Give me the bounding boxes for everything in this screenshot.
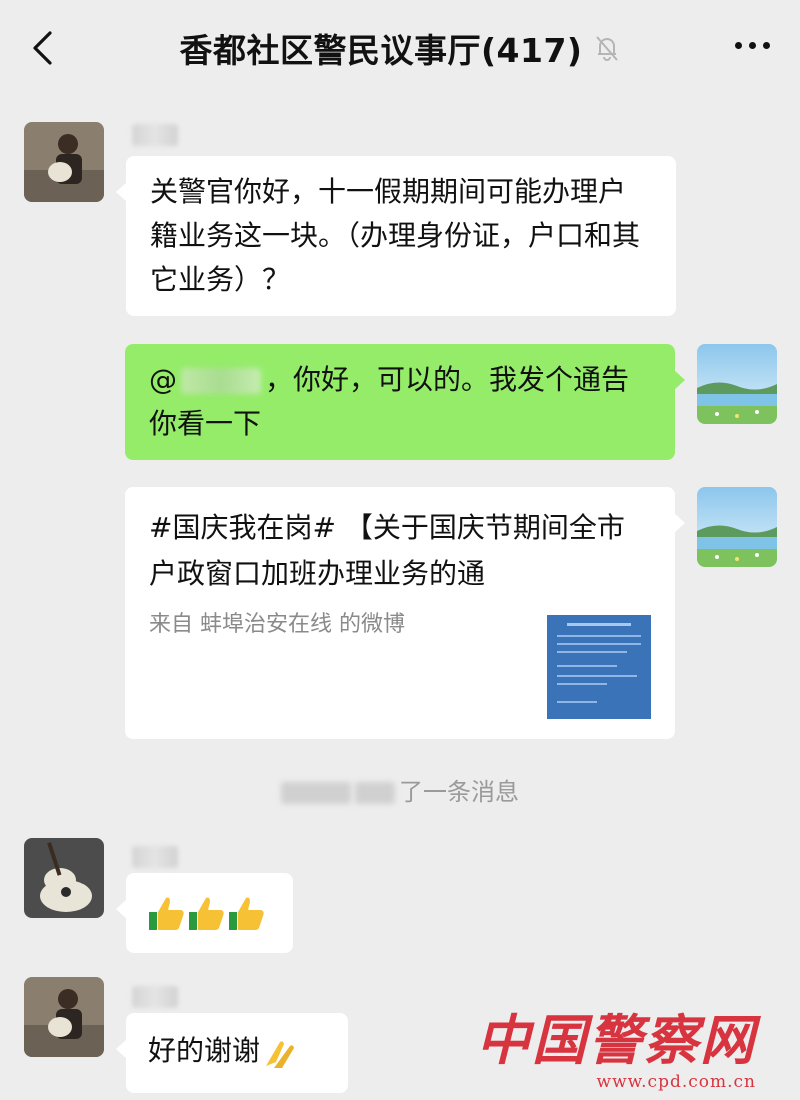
folded-hands-icon [266,1041,295,1068]
message-bubble[interactable]: 好的谢谢 [116,1013,348,1093]
chat-title-group: 香都社区警民议事厅(417) [179,24,620,72]
mention-name [181,368,261,394]
system-message: 了一条消息 [0,772,800,807]
link-card-title: #国庆我在岗# 【关于国庆节期间全市户政窗口加班办理业务的通 [149,511,625,590]
avatar[interactable] [24,977,104,1057]
sender-name [132,124,178,146]
avatar[interactable] [697,344,777,424]
recall-user-name [281,782,351,804]
thumbs-up-icon [189,897,224,930]
message-text: 关警官你好，十一假期期间可能办理户籍业务这一块。（办理身份证，户口和其它业务）？ [150,175,641,296]
mention-at: @ [149,363,177,396]
avatar[interactable] [24,122,104,202]
system-message-text: 了一条消息 [399,778,519,806]
chat-header: 香都社区警民议事厅(417) [0,0,800,96]
link-card-thumbnail [547,615,651,719]
link-card[interactable]: #国庆我在岗# 【关于国庆节期间全市户政窗口加班办理业务的通 来自 蚌埠治安在线… [125,487,685,739]
avatar[interactable] [697,487,777,567]
watermark-url: www.cpd.com.cn [596,1072,756,1092]
message-text: 好的谢谢 [148,1034,261,1067]
avatar[interactable] [24,838,104,918]
thumbs-up-icon [149,897,184,930]
chevron-left-icon[interactable] [30,30,56,66]
recall-action [355,782,395,804]
message-bubble[interactable]: @ ，你好，可以的。我发个通告你看一下 [125,344,685,460]
chat-title: 香都社区警民议事厅(417) [179,31,583,70]
watermark: 中国警察网 www.cpd.com.cn [476,1010,756,1092]
more-dots-icon[interactable] [735,42,770,49]
thumbs-up-icon [229,897,264,930]
sender-name [132,846,178,868]
sender-name [132,986,178,1008]
message-bubble[interactable]: 关警官你好，十一假期期间可能办理户籍业务这一块。（办理身份证，户口和其它业务）？ [116,156,676,316]
message-bubble[interactable] [116,873,293,953]
watermark-logo: 中国警察网 [476,1008,756,1072]
bell-slash-icon [595,36,618,61]
